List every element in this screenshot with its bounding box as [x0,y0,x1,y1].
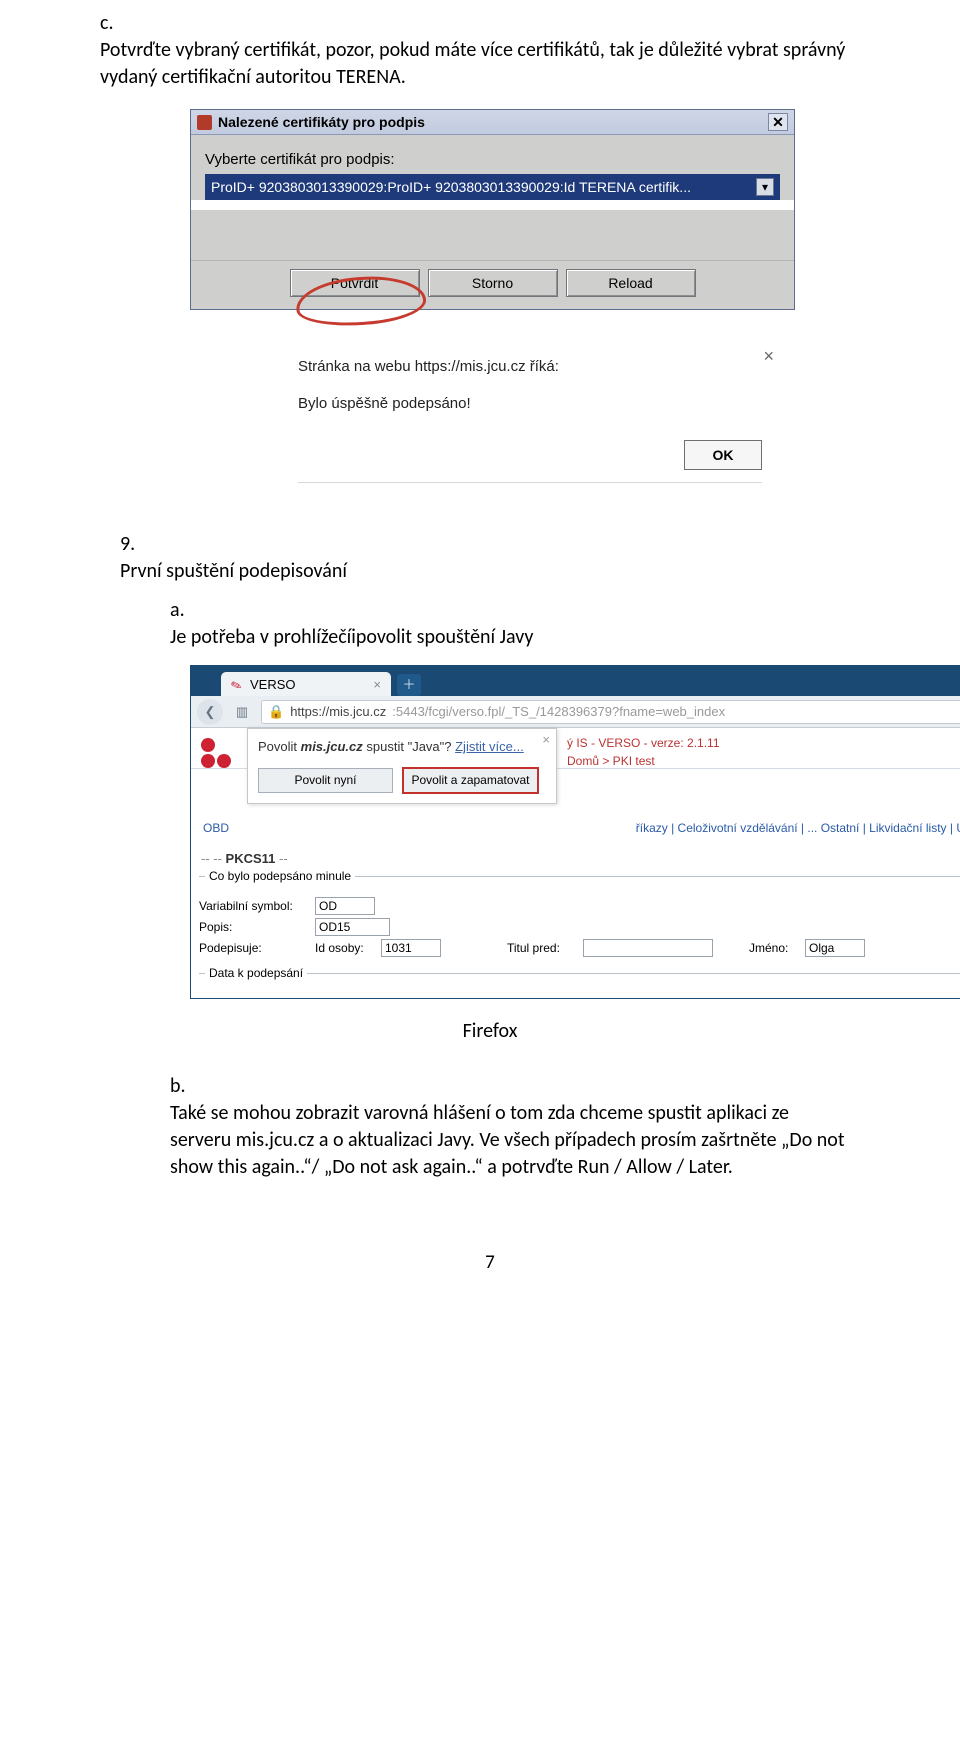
fieldset-legend: Co bylo podepsáno minule [205,869,355,883]
dialog-title: Nalezené certifikáty pro podpis [218,114,425,130]
allow-remember-button[interactable]: Povolit a zapamatovat [403,768,538,793]
url-path: :5443/fcgi/verso.fpl/_TS_/1428396379?fna… [392,704,725,719]
tab-title: VERSO [250,677,296,692]
learn-more-link[interactable]: Zjistit více... [455,739,524,754]
fieldset-previous: Co bylo podepsáno minule [199,876,960,891]
list-text: Také se mohou zobrazit varovná hlášení o… [170,1100,848,1181]
input-titul-pred[interactable] [583,939,713,957]
list-item-b: b. Také se mohou zobrazit varovná hlášen… [170,1073,880,1181]
site-icon [231,678,244,691]
select-value: ProID+ 9203803013390029:ProID+ 920380301… [211,179,691,195]
fieldset-legend: Data k podepsání [205,966,307,980]
url-bar[interactable]: 🔒 https://mis.jcu.cz :5443/fcgi/verso.fpl… [261,700,960,724]
label-podepisuje: Podepisuje: [199,941,309,955]
close-icon[interactable]: ✕ [768,113,788,131]
page-number: 7 [100,1251,880,1274]
label-popis: Popis: [199,920,309,934]
reload-button[interactable]: Reload [566,269,696,297]
label-titul-pred: Titul pred: [507,941,577,955]
nav-bar: ❮ ▥ 🔒 https://mis.jcu.cz :5443/fcgi/verso… [191,696,960,728]
chevron-down-icon[interactable]: ▾ [756,178,774,196]
list-item-c: c. Potvrďte vybraný certifikát, pozor, p… [100,10,880,91]
verso-version: ý IS - VERSO - verze: 2.1.11 [567,736,960,750]
certificate-dialog: Nalezené certifikáty pro podpis ✕ Vybert… [190,109,795,310]
java-icon [197,115,212,130]
close-icon[interactable]: × [763,346,774,367]
lock-icon: 🔒 [268,704,284,720]
close-icon[interactable]: × [542,732,550,747]
alert-title: Stránka na webu https://mis.jcu.cz říká: [298,358,762,375]
popup-message: Povolit mis.jcu.cz spustit "Java"? Zjist… [258,739,546,754]
list-marker: a. [170,597,198,624]
history-button[interactable]: ▥ [229,699,255,725]
list-text: Potvrďte vybraný certifikát, pozor, poku… [100,37,848,91]
tab-bar: VERSO × ＋ [191,666,960,696]
list-item-9: 9. První spuštění podepisování [120,531,880,585]
java-permission-popup: × Povolit mis.jcu.cz spustit "Java"? Zji… [247,728,557,804]
dialog-titlebar: Nalezené certifikáty pro podpis ✕ [191,110,794,135]
input-id-osoby[interactable] [381,939,441,957]
browser-tab[interactable]: VERSO × [221,672,391,696]
firefox-window: VERSO × ＋ ❮ ▥ 🔒 https://mis.jcu.cz :5443/… [190,665,960,999]
certificate-select[interactable]: ProID+ 9203803013390029:ProID+ 920380301… [205,174,780,200]
ok-button[interactable]: OK [684,440,762,470]
confirm-button[interactable]: Potvrdit [290,269,420,297]
new-tab-button[interactable]: ＋ [397,674,421,696]
list-text: První spuštění podepisování [120,558,848,585]
alert-dialog: × Stránka na webu https://mis.jcu.cz řík… [280,340,780,491]
url-host: https://mis.jcu.cz [290,704,386,719]
input-popis[interactable] [315,918,390,936]
label-id-osoby: Id osoby: [315,941,375,955]
alert-message: Bylo úspěšně podepsáno! [298,395,762,412]
fieldset-data-to-sign: Data k podepsání [199,973,960,988]
list-item-a: a. Je potřeba v prohlížečíipovolit spouš… [170,597,880,651]
list-marker: 9. [120,531,148,558]
nav-item[interactable]: OBD [203,821,229,835]
label-jmeno: Jméno: [749,941,799,955]
pkcs-heading: -- -- PKCS11 -- [201,851,960,866]
input-jmeno[interactable] [805,939,865,957]
list-text: Je potřeba v prohlížečíipovolit spouštěn… [170,624,848,651]
dialog-button-row: Potvrdit Storno Reload [191,260,794,309]
list-marker: b. [170,1073,198,1100]
verso-logo [195,732,237,768]
figure-caption: Firefox [100,1019,880,1043]
nav-items-right[interactable]: říkazy | Celoživotní vzdělávání | ... Os… [636,821,960,835]
list-marker: c. [100,10,128,37]
label-variabilni-symbol: Variabilní symbol: [199,899,309,913]
input-variabilni-symbol[interactable] [315,897,375,915]
dialog-label: Vyberte certifikát pro podpis: [205,151,780,168]
back-button[interactable]: ❮ [197,699,223,725]
cancel-button[interactable]: Storno [428,269,558,297]
close-tab-icon[interactable]: × [373,677,381,692]
breadcrumb: Domů > PKI test [567,754,960,768]
allow-now-button[interactable]: Povolit nyní [258,768,393,793]
